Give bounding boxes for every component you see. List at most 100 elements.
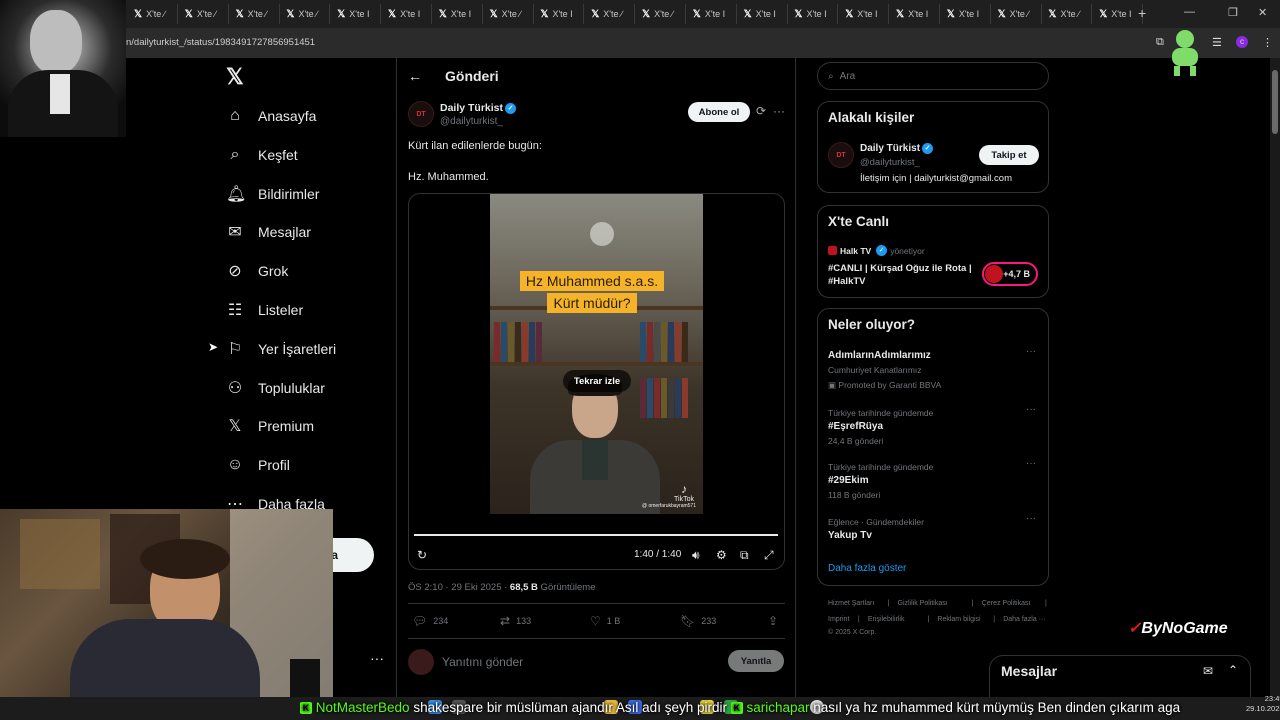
scrollbar-thumb[interactable] xyxy=(1272,70,1278,134)
grok-explain-icon[interactable]: ⟳ xyxy=(756,104,766,118)
author-handle[interactable]: @dailyturkist_ xyxy=(440,116,503,127)
sidebar-item-premium[interactable]: 𝕏 Premium xyxy=(226,411,314,441)
browser-tab[interactable]: 𝕏 X'te ∕ xyxy=(484,4,534,24)
minimize-button[interactable]: — xyxy=(1184,6,1195,18)
reply-input[interactable]: Yanıtını gönder xyxy=(442,655,523,669)
back-arrow-icon[interactable]: ← xyxy=(408,68,422,84)
maximize-button[interactable]: ❐ xyxy=(1228,6,1238,19)
trend-name[interactable]: #29Ekim xyxy=(828,475,869,486)
browser-tab[interactable]: 𝕏 X'te ∕ xyxy=(230,4,280,24)
fullscreen-icon[interactable]: ⤢ xyxy=(764,548,774,563)
show-more-link[interactable]: Daha fazla göster xyxy=(828,563,906,574)
browser-tab[interactable]: 𝕏 X'te ∕ xyxy=(636,4,686,24)
cast-icon[interactable]: ⧉ xyxy=(1156,36,1164,49)
footer-link[interactable]: Hizmet Şartları xyxy=(828,600,874,607)
trend-name[interactable]: Yakup Tv xyxy=(828,530,872,541)
browser-tab[interactable]: 𝕏 X'te I xyxy=(382,4,432,24)
picture-in-picture-icon[interactable]: ⧉ xyxy=(740,548,749,563)
compose-message-icon[interactable]: ✉ xyxy=(1203,664,1213,678)
sidebar-item-grok[interactable]: ⊘ Grok xyxy=(226,256,288,286)
post-time[interactable]: ÖS 2:10 · 29 Eki 2025 · xyxy=(408,582,510,593)
trend-more-icon[interactable]: ··· xyxy=(1026,346,1036,357)
browser-tab[interactable]: 𝕏 X'te ∕ xyxy=(585,4,636,24)
related-name-text[interactable]: Daily Türkist xyxy=(860,143,920,154)
related-avatar[interactable]: DT xyxy=(828,142,854,168)
footer-separator: | xyxy=(927,616,930,623)
footer-link[interactable]: Erişilebilirlik xyxy=(868,616,905,623)
browser-tab[interactable]: 𝕏 X'te I xyxy=(433,4,483,24)
browser-tab[interactable]: 𝕏 X'te I xyxy=(890,4,940,24)
author-avatar[interactable]: DT xyxy=(408,101,434,127)
replay-button[interactable]: Tekrar izle xyxy=(563,370,631,392)
live-host[interactable]: Halk TV ✓ yönetiyor xyxy=(828,245,925,256)
browser-tab[interactable]: 𝕏 X'te I xyxy=(941,4,991,24)
url-text[interactable]: n/dailyturkist_/status/19834917278569514… xyxy=(126,37,315,48)
trend-more-icon[interactable]: ··· xyxy=(1026,458,1036,469)
browser-tab[interactable]: 𝕏 X'te ∕ xyxy=(179,4,229,24)
subscribe-button[interactable]: Abone ol xyxy=(688,102,750,122)
post-more-icon[interactable]: ··· xyxy=(773,104,785,118)
reply-button[interactable]: Yanıtla xyxy=(728,650,784,672)
sidebar-item-keşfet[interactable]: ⌕ Keşfet xyxy=(226,140,298,170)
reply-action[interactable]: 💬︎ 234 xyxy=(412,614,448,628)
profile-avatar[interactable]: c xyxy=(1236,36,1248,48)
tab-label: X'te ∕ xyxy=(247,9,267,19)
sidebar-item-listeler[interactable]: ☷ Listeler xyxy=(226,295,303,325)
chevron-up-icon[interactable]: ⌃ xyxy=(1228,663,1238,677)
sidebar-item-mesajlar[interactable]: ✉ Mesajlar xyxy=(226,217,311,247)
video-progress-bar[interactable] xyxy=(414,534,778,536)
trend-more-icon[interactable]: ··· xyxy=(1026,404,1036,415)
x-logo-icon[interactable]: 𝕏 xyxy=(226,64,244,90)
related-name[interactable]: Daily Türkist ✓ xyxy=(860,143,934,154)
author-name-text[interactable]: Daily Türkist xyxy=(440,102,503,114)
browser-tab[interactable]: 𝕏 X'te I xyxy=(687,4,737,24)
browser-tab[interactable]: 𝕏 X'te ∕ xyxy=(280,4,331,24)
browser-tab[interactable]: 𝕏 X'te I xyxy=(331,4,382,24)
bookmark-action[interactable]: 🔖︎ 233 xyxy=(680,614,716,628)
browser-tab[interactable]: 𝕏 X'te I xyxy=(1093,4,1144,24)
webcam-overlay xyxy=(0,509,333,697)
settings-gear-icon[interactable]: ⚙ xyxy=(716,548,727,562)
browser-tab[interactable]: 𝕏 X'te I xyxy=(788,4,839,24)
browser-tab[interactable]: 𝕏 X'te I xyxy=(839,4,890,24)
close-window-button[interactable]: ✕ xyxy=(1258,6,1267,19)
sidebar-item-profil[interactable]: ☺ Profil xyxy=(226,450,290,480)
footer-link[interactable]: Gizlilik Politikası xyxy=(898,600,948,607)
live-stream-title[interactable]: #CANLI | Kürşad Oğuz ile Rota | #HalkTV xyxy=(828,262,978,288)
sidebar-item-bildirimler[interactable]: 🔔︎ Bildirimler xyxy=(226,179,319,209)
live-host-name[interactable]: Halk TV xyxy=(840,246,871,256)
author-name[interactable]: Daily Türkist ✓ xyxy=(440,102,517,114)
footer-link[interactable]: Reklam bilgisi xyxy=(937,616,980,623)
footer-link[interactable]: Çerez Politikası xyxy=(982,600,1031,607)
trend-sub: Cumhuriyet Kanatlarımız xyxy=(828,365,922,375)
footer-link[interactable]: Daha fazla ··· xyxy=(1003,616,1045,623)
tab-label: X'te I xyxy=(450,9,472,19)
user-avatar[interactable] xyxy=(408,649,434,675)
replay-icon[interactable]: ↻ xyxy=(417,548,427,562)
messages-title[interactable]: Mesajlar xyxy=(1001,663,1057,679)
account-menu-icon[interactable]: ··· xyxy=(370,650,384,666)
related-handle[interactable]: @dailyturkist_ xyxy=(860,157,920,168)
sidebar-item-yer-i-şaretleri[interactable]: ⚐ Yer İşaretleri xyxy=(226,334,336,364)
scrollbar[interactable] xyxy=(1270,58,1280,698)
new-tab-button[interactable]: + xyxy=(1138,5,1146,21)
sidebar-item-anasayfa[interactable]: ⌂ Anasayfa xyxy=(226,101,316,131)
browser-tab[interactable]: 𝕏 X'te ∕ xyxy=(128,4,178,24)
browser-tab[interactable]: 𝕏 X'te ∕ xyxy=(992,4,1042,24)
repost-action[interactable]: ⇄ 133 xyxy=(500,614,531,628)
sidebar-item-topluluklar[interactable]: ⚇ Topluluklar xyxy=(226,373,325,403)
like-action[interactable]: ♡ 1 B xyxy=(590,614,620,628)
share-action[interactable]: ⇪ xyxy=(768,614,778,628)
footer-link[interactable]: Imprint xyxy=(828,616,849,623)
volume-icon[interactable]: 🔊︎ xyxy=(692,548,700,563)
browser-menu-icon[interactable]: ⋮ xyxy=(1262,36,1273,49)
trend-more-icon[interactable]: ··· xyxy=(1026,513,1036,524)
search-input[interactable]: ⌕ Ara xyxy=(817,62,1049,90)
follow-button[interactable]: Takip et xyxy=(979,145,1039,165)
browser-tab[interactable]: 𝕏 X'te I xyxy=(738,4,788,24)
queue-icon[interactable]: ☰ xyxy=(1212,36,1222,49)
trend-name[interactable]: #EşrefRüya xyxy=(828,421,883,432)
trend-name[interactable]: AdımlarınAdımlarımız xyxy=(828,350,931,361)
browser-tab[interactable]: 𝕏 X'te ∕ xyxy=(1042,4,1093,24)
browser-tab[interactable]: 𝕏 X'te I xyxy=(534,4,585,24)
